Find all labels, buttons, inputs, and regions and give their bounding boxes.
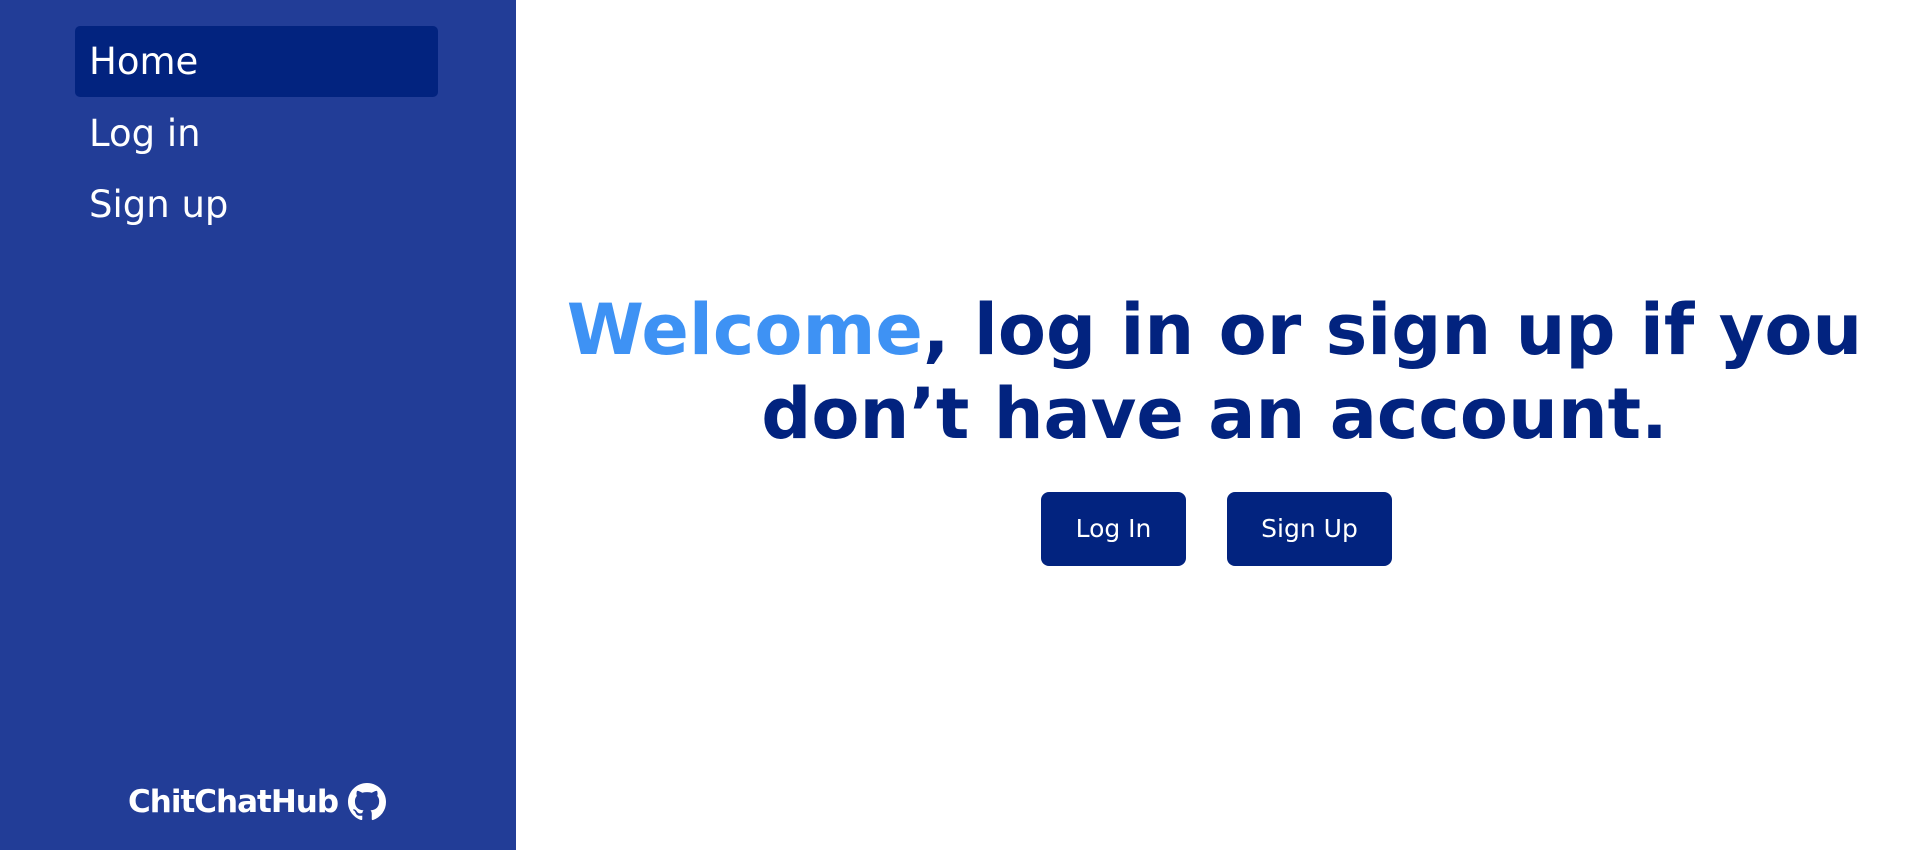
sidebar-item-sign-up[interactable]: Sign up bbox=[75, 169, 438, 240]
headline-line1-rest: , log in or sign up if you bbox=[922, 289, 1863, 371]
headline-line2: don’t have an account. bbox=[761, 373, 1668, 455]
welcome-headline: Welcome, log in or sign up if you don’t h… bbox=[556, 288, 1873, 456]
headline-accent: Welcome bbox=[566, 289, 923, 371]
github-icon[interactable] bbox=[348, 783, 387, 821]
sidebar-footer-brand: ChitChatHub bbox=[128, 782, 387, 822]
sidebar-item-home[interactable]: Home bbox=[75, 26, 438, 97]
sidebar-item-log-in[interactable]: Log in bbox=[75, 98, 438, 169]
sidebar: Home Log in Sign up ChitChatHub bbox=[0, 0, 516, 850]
app: Home Log in Sign up ChitChatHub Welcome,… bbox=[0, 0, 1913, 850]
log-in-button[interactable]: Log In bbox=[1041, 492, 1186, 566]
brand-name: ChitChatHub bbox=[128, 784, 339, 820]
main-content: Welcome, log in or sign up if you don’t h… bbox=[516, 0, 1913, 850]
sign-up-button[interactable]: Sign Up bbox=[1227, 492, 1392, 566]
